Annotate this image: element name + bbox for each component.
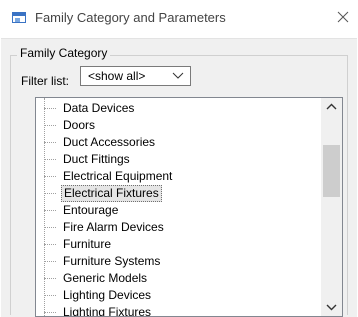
app-window-icon <box>12 12 26 23</box>
category-item[interactable]: Doors <box>44 117 314 134</box>
filter-list-label: Filter list: <box>21 74 69 88</box>
tree-branch-line <box>44 244 56 245</box>
family-category-list[interactable]: Data Devices Doors Duct Accessories Duct Fi… <box>35 97 343 317</box>
category-item[interactable]: Fire Alarm Devices <box>44 219 314 236</box>
tree-branch-line <box>44 312 56 313</box>
category-item-label: Duct Fittings <box>63 152 130 166</box>
category-item[interactable]: Generic Models <box>44 270 314 287</box>
window-title: Family Category and Parameters <box>35 10 226 25</box>
scroll-down-button[interactable] <box>321 298 342 316</box>
tree-branch-line <box>44 193 56 194</box>
category-item[interactable]: Electrical Equipment <box>44 168 314 185</box>
category-item[interactable]: Electrical Fixtures <box>44 185 314 202</box>
category-item[interactable]: Data Devices <box>44 100 314 117</box>
category-item[interactable]: Furniture <box>44 236 314 253</box>
tree-branch-line <box>44 159 56 160</box>
close-button[interactable] <box>335 9 351 25</box>
scrollbar-thumb[interactable] <box>323 145 340 197</box>
tree-branch-line <box>44 125 56 126</box>
tree-branch-line <box>44 261 56 262</box>
category-item-label: Furniture <box>63 237 112 251</box>
filter-list-dropdown[interactable]: <show all> <box>80 66 191 86</box>
category-tree: Data Devices Doors Duct Accessories Duct Fi… <box>36 98 320 316</box>
category-item[interactable]: Furniture Systems <box>44 253 314 270</box>
dialog-body: Family Category Filter list: <show all> … <box>1 38 357 317</box>
category-item-label: Entourage <box>63 203 119 217</box>
category-item-label: Duct Accessories <box>63 135 156 149</box>
tree-branch-line <box>44 142 56 143</box>
category-item-label: Lighting Fixtures <box>63 305 152 317</box>
category-item-label: Data Devices <box>63 101 135 115</box>
category-item[interactable]: Entourage <box>44 202 314 219</box>
category-item[interactable]: Lighting Fixtures <box>44 304 314 317</box>
category-item-label: Electrical Fixtures <box>61 185 162 202</box>
category-item-label: Doors <box>63 118 96 132</box>
tree-branch-line <box>44 227 56 228</box>
category-item-label: Electrical Equipment <box>63 169 173 183</box>
tree-branch-line <box>44 278 56 279</box>
close-icon <box>337 11 349 23</box>
family-category-label: Family Category <box>17 46 111 60</box>
category-item[interactable]: Lighting Devices <box>44 287 314 304</box>
category-item[interactable]: Duct Fittings <box>44 151 314 168</box>
category-item-label: Lighting Devices <box>63 288 152 302</box>
filter-list-value: <show all> <box>88 69 146 83</box>
category-item-label: Generic Models <box>63 271 148 285</box>
category-item-label: Fire Alarm Devices <box>63 220 164 234</box>
chevron-down-icon <box>326 304 337 311</box>
category-item[interactable]: Duct Accessories <box>44 134 314 151</box>
chevron-down-icon <box>172 72 184 79</box>
title-bar: Family Category and Parameters <box>0 0 358 38</box>
chevron-up-icon <box>326 103 337 110</box>
tree-branch-line <box>44 295 56 296</box>
tree-branch-line <box>44 176 56 177</box>
tree-branch-line <box>44 210 56 211</box>
vertical-scrollbar[interactable] <box>321 98 342 316</box>
tree-branch-line <box>44 108 56 109</box>
scroll-up-button[interactable] <box>321 98 342 116</box>
category-item-label: Furniture Systems <box>63 254 161 268</box>
